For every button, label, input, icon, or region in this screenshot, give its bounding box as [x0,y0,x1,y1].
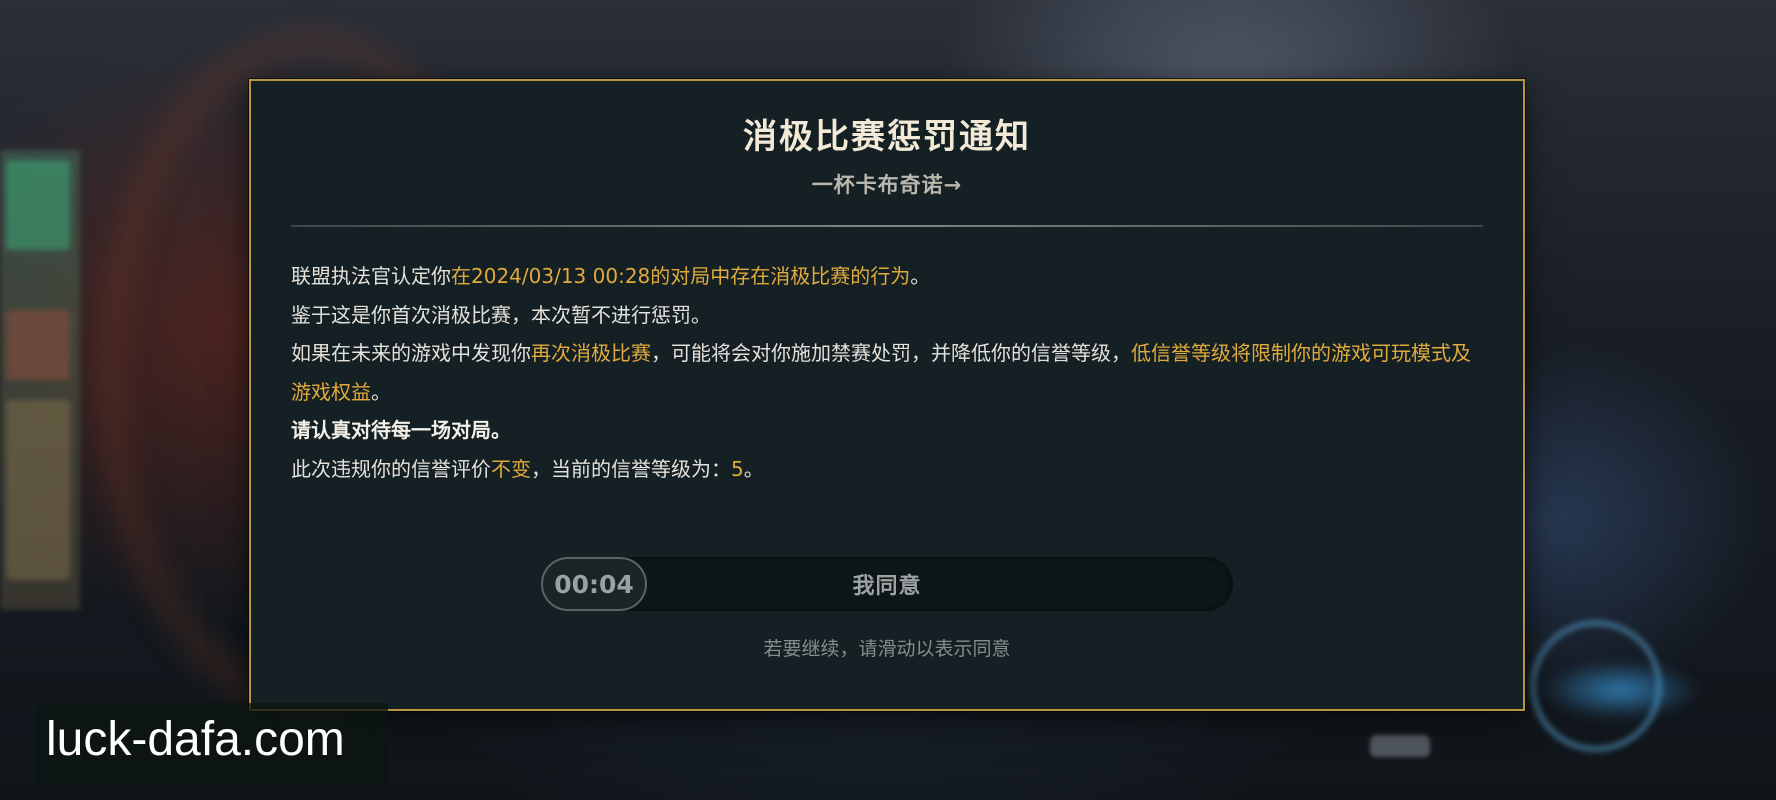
notice-text: 如果在未来的游戏中发现你 [291,341,531,365]
dialog-subtitle: 一杯卡布奇诺→ [811,173,963,197]
highlighted-text: 5 [731,456,744,481]
notice-line: 请认真对待每一场对局。 [291,411,1487,450]
notice-body: 联盟执法官认定你在2024/03/13 00:28的对局中存在消极比赛的行为。鉴… [291,257,1487,488]
watermark-text: luck-dafa.com [46,713,345,766]
notice-line: 联盟执法官认定你在2024/03/13 00:28的对局中存在消极比赛的行为。 [291,257,1487,296]
notice-line: 如果在未来的游戏中发现你再次消极比赛，可能将会对你施加禁赛处罚，并降低你的信誉等… [291,334,1487,411]
dialog-title: 消极比赛惩罚通知 [743,117,1031,157]
agree-slider[interactable]: 我同意 00:04 [541,557,1233,611]
notice-text: 。 [743,456,764,481]
notice-line: 此次违规你的信誉评价不变，当前的信誉等级为：5。 [291,450,1487,489]
background-glow [1540,660,1700,720]
notice-text: 鉴于这是你首次消极比赛，本次暂不进行惩罚。 [291,302,711,327]
highlighted-text: 再次消极比赛 [531,341,651,365]
notice-text: ，可能将会对你施加禁赛处罚，并降低你的信誉等级， [651,341,1131,365]
notice-text: 。 [910,264,931,288]
highlighted-text: 不变 [491,456,531,481]
background-pill [1370,735,1430,757]
notice-line: 鉴于这是你首次消极比赛，本次暂不进行惩罚。 [291,296,1487,335]
notice-text: 请认真对待每一场对局。 [291,418,511,442]
penalty-notice-dialog: 消极比赛惩罚通知 一杯卡布奇诺→ 联盟执法官认定你在2024/03/13 00:… [249,79,1525,711]
slider-knob-timer[interactable]: 00:04 [541,557,647,611]
slide-hint-text: 若要继续，请滑动以表示同意 [763,638,1011,660]
notice-text: 联盟执法官认定你 [291,264,451,288]
highlighted-text: 在2024/03/13 00:28的对局中存在消极比赛的行为 [451,264,911,288]
notice-text: 此次违规你的信誉评价 [291,456,491,481]
title-divider [291,225,1483,227]
notice-text: 。 [371,379,391,404]
notice-text: ，当前的信誉等级为： [531,456,731,481]
background-side-panel [0,150,80,610]
